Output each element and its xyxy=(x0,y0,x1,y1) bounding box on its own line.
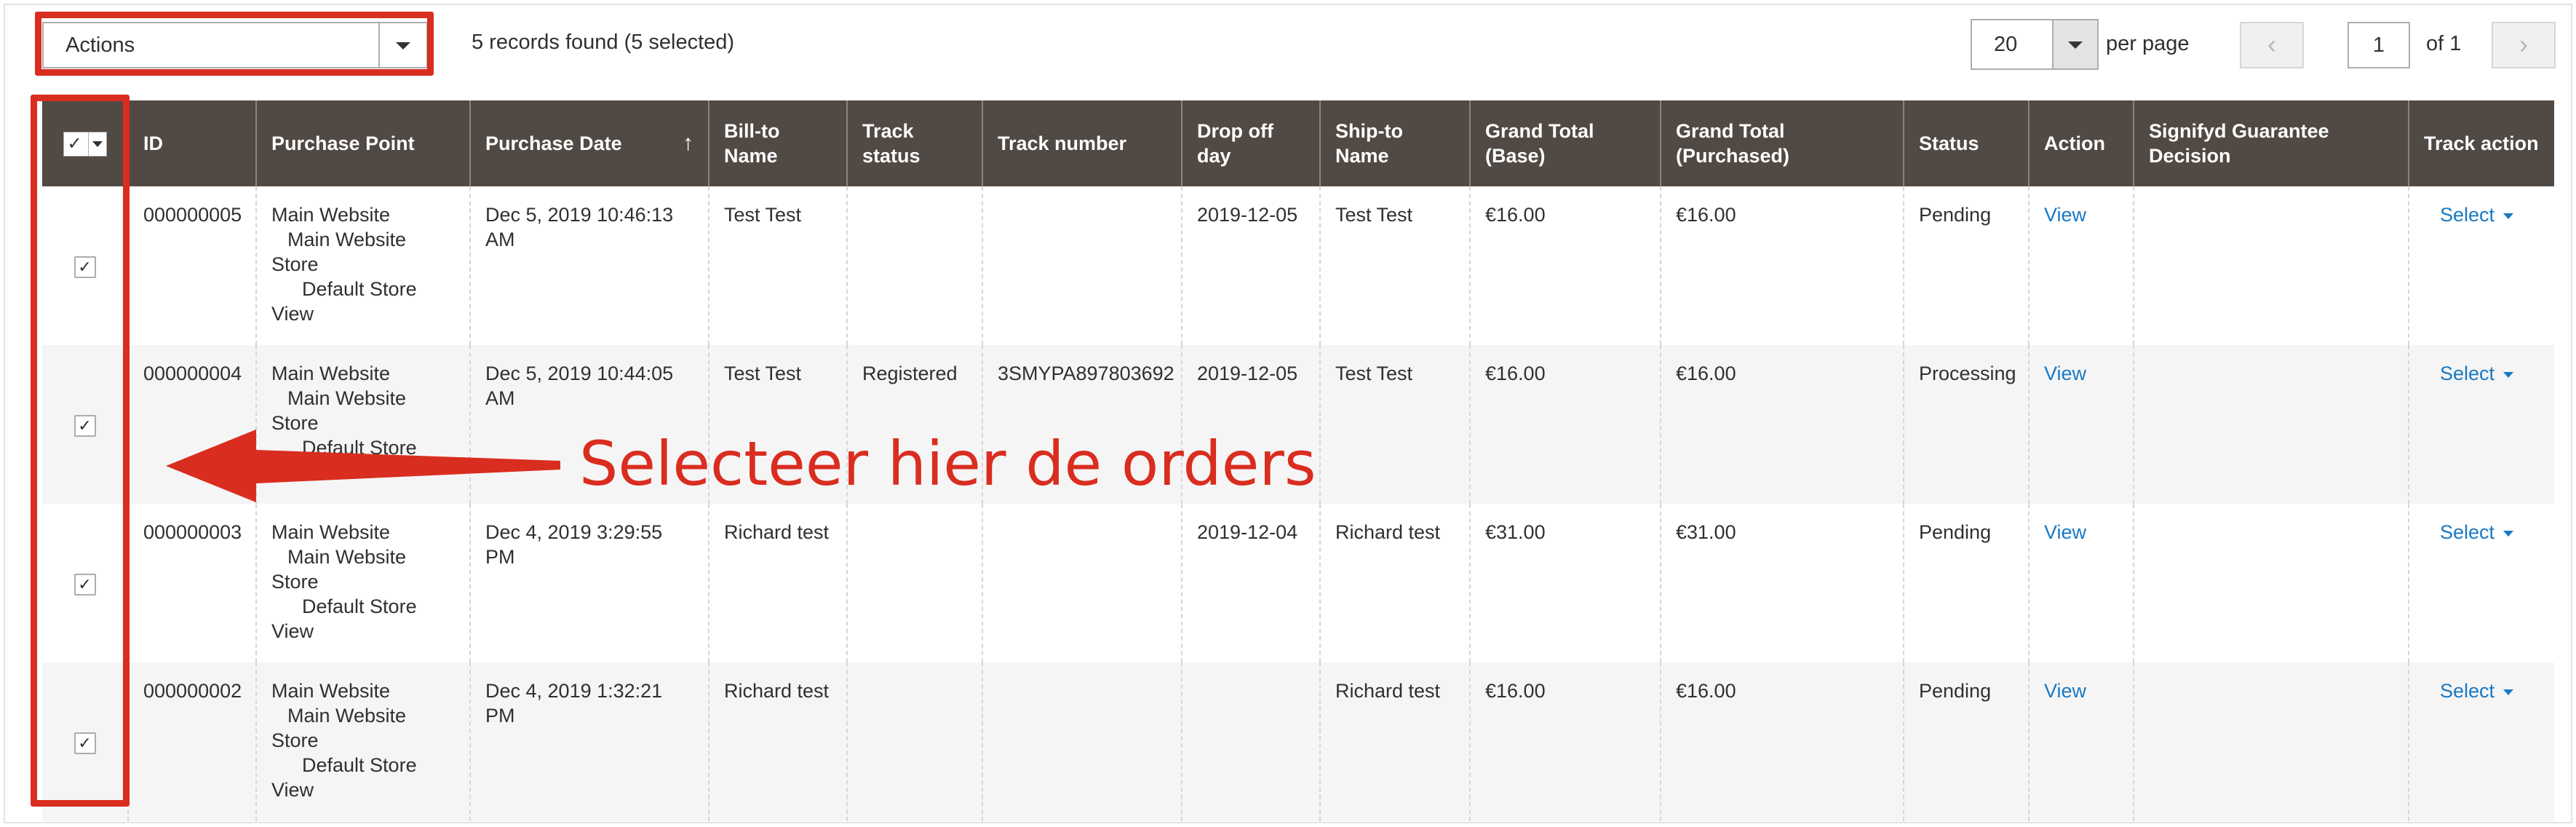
annotation-text: Selecteer hier de orders xyxy=(579,428,1316,499)
annotation-arrow-icon xyxy=(166,430,560,502)
